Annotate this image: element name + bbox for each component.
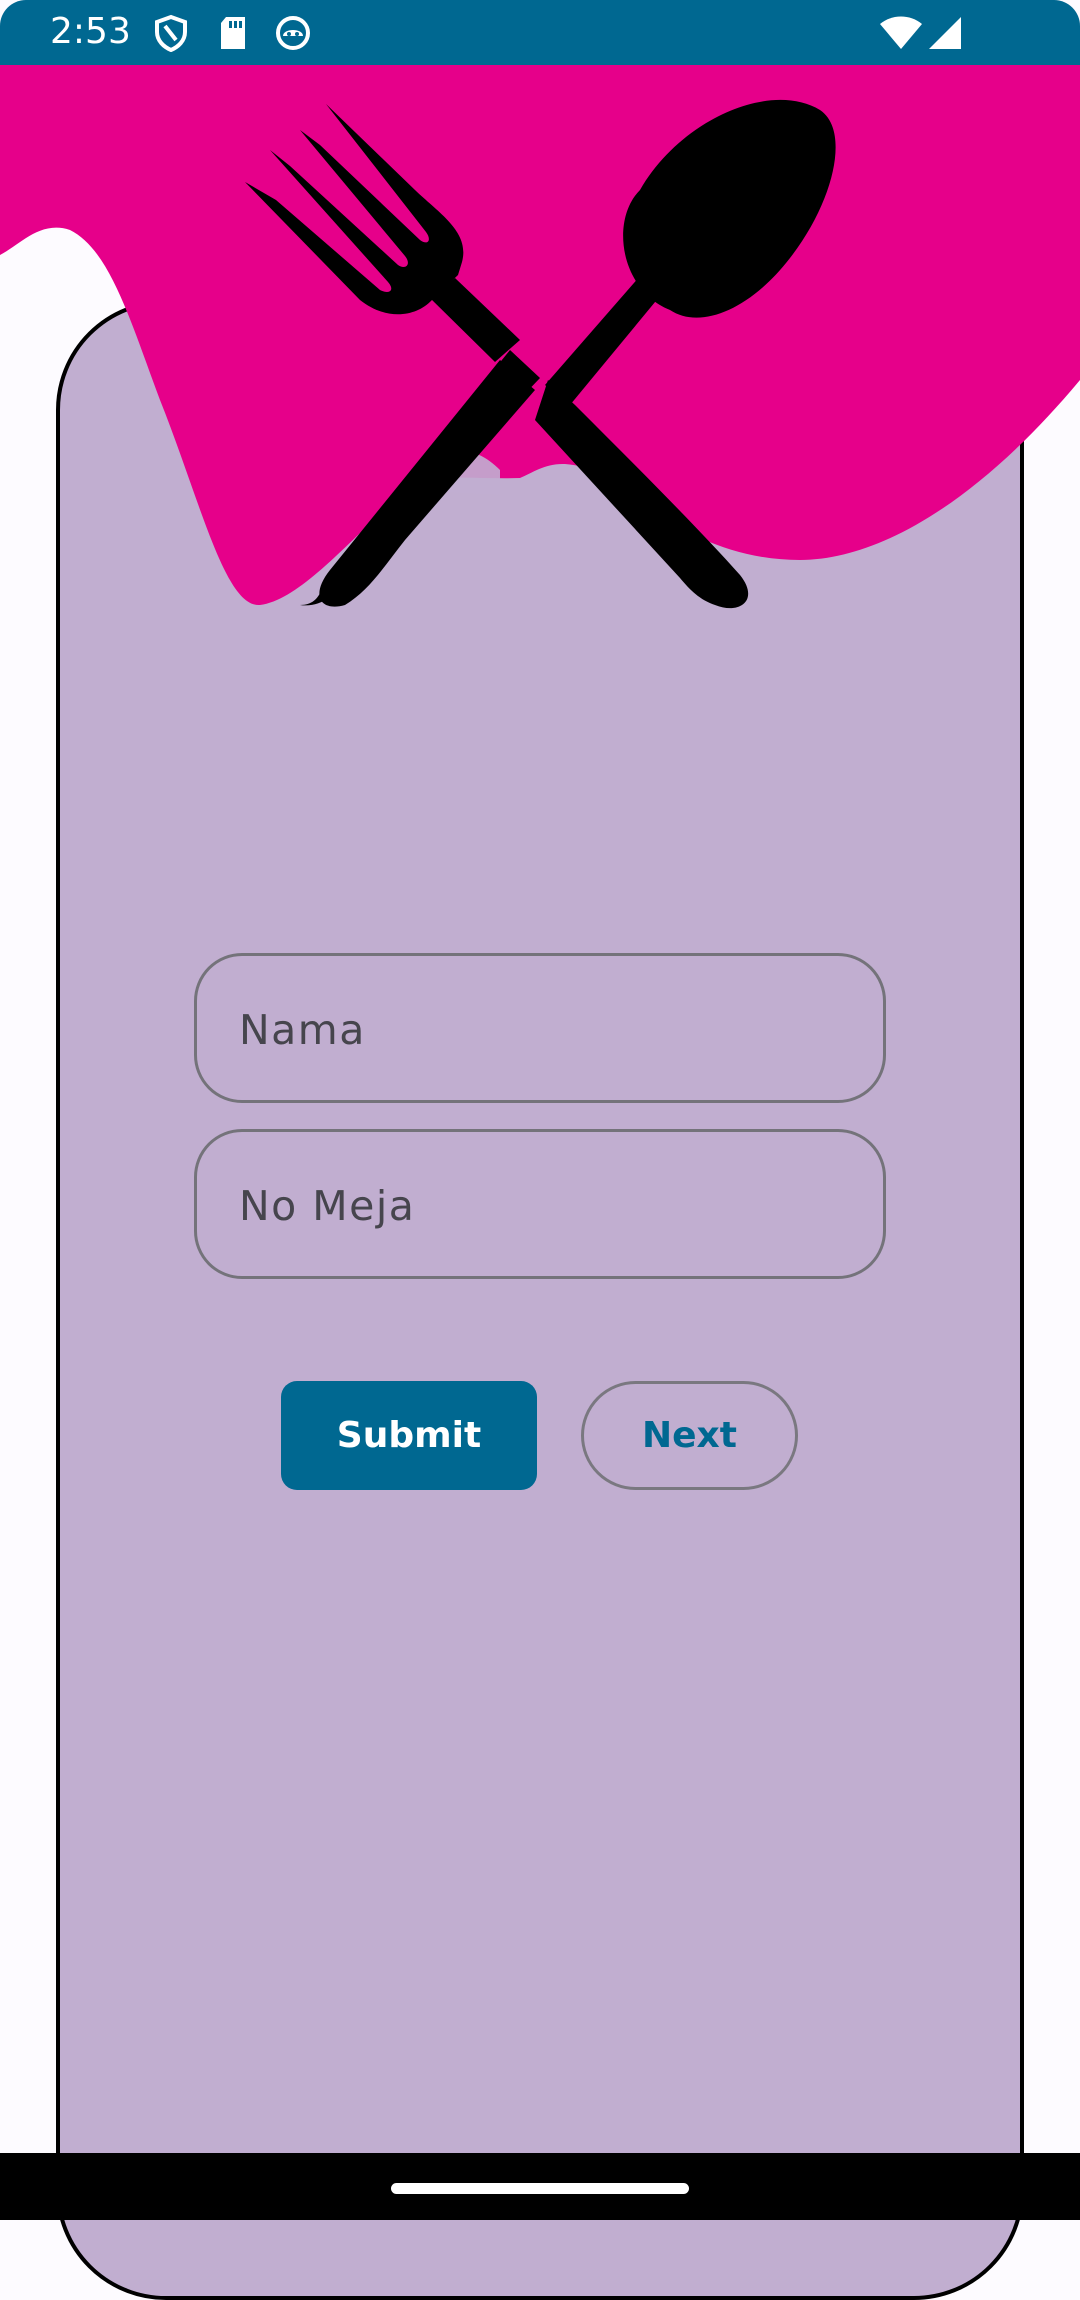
next-button[interactable]: Next bbox=[581, 1381, 798, 1490]
header-banner bbox=[0, 65, 1080, 609]
table-number-field[interactable]: No Meja bbox=[194, 1129, 886, 1279]
wifi-icon bbox=[880, 16, 922, 54]
name-field[interactable]: Nama bbox=[194, 953, 886, 1103]
home-gesture-handle[interactable] bbox=[391, 2183, 689, 2194]
status-bar: 2:53 bbox=[0, 0, 1080, 65]
cell-signal-icon bbox=[928, 16, 966, 54]
navigation-bar bbox=[0, 2153, 1080, 2220]
android-debug-icon bbox=[274, 14, 312, 52]
shield-icon bbox=[152, 14, 190, 53]
pink-wave bbox=[0, 65, 1080, 606]
name-field-placeholder: Nama bbox=[239, 1006, 366, 1054]
sd-card-icon bbox=[214, 14, 252, 52]
status-time: 2:53 bbox=[50, 11, 131, 52]
submit-button[interactable]: Submit bbox=[281, 1381, 537, 1490]
table-number-field-placeholder: No Meja bbox=[239, 1182, 416, 1230]
